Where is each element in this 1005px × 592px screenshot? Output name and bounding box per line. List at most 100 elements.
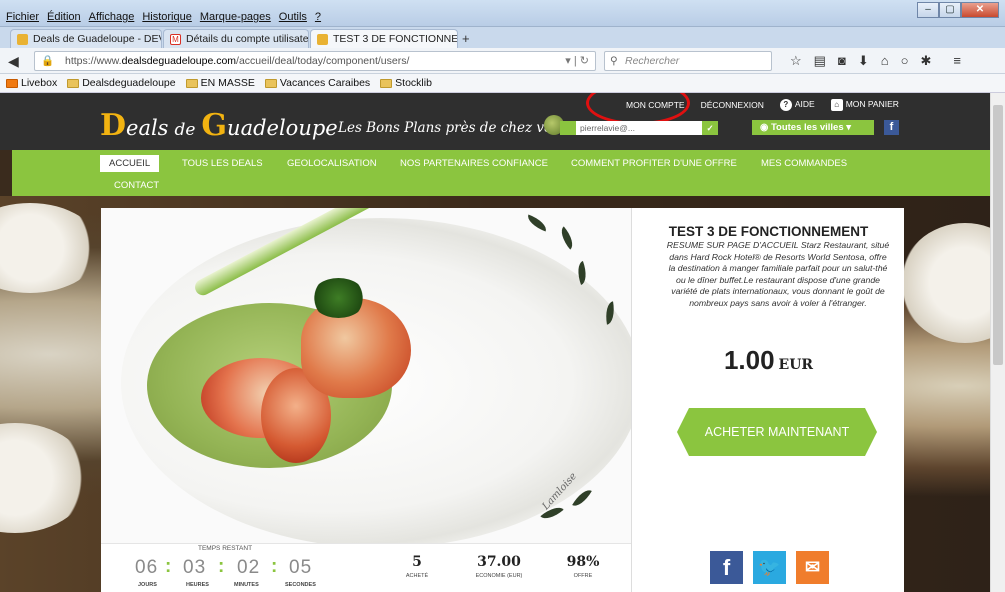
nav-contact[interactable]: CONTACT [114, 180, 159, 191]
countdown-colon: : [218, 556, 225, 577]
bookmark-label: Vacances Caraibes [279, 77, 371, 89]
window-titlebar: Fichier Édition Affichage Historique Mar… [0, 0, 1005, 27]
bought-label: ACHETÉ [405, 573, 429, 579]
deal-description: RESUME SUR PAGE D'ACCUEIL Starz Restaura… [666, 240, 890, 308]
site-logo[interactable]: Deals de Guadeloupe [100, 108, 338, 143]
price-currency: EUR [778, 357, 814, 373]
search-input[interactable]: ⚲ Rechercher [604, 51, 772, 71]
tab-details-compte[interactable]: M Détails du compte utilisate... × [163, 29, 309, 48]
close-window-button[interactable]: ✕ [961, 2, 999, 18]
menu-marque-pages[interactable]: Marque-pages [200, 11, 271, 23]
countdown-colon: : [271, 556, 278, 577]
reload-icon[interactable]: ▾ | ↻ [565, 52, 589, 70]
submit-check-icon[interactable]: ✓ [702, 121, 718, 135]
savings-value: 37.00 [477, 554, 521, 570]
menu-icon[interactable]: ≡ [953, 48, 961, 74]
tab-test-3[interactable]: TEST 3 DE FONCTIONNEM... × [310, 29, 458, 48]
bookmark-label: Livebox [21, 77, 58, 89]
address-bar[interactable]: 🔒 https://www.dealsdeguadeloupe.com/accu… [34, 51, 596, 71]
newsletter-field[interactable]: pierrelavie@... ✓ [560, 121, 718, 135]
newsletter-value: pierrelavie@... [580, 123, 635, 133]
logo-word: eals [126, 116, 169, 140]
tab-label: Deals de Guadeloupe - DEV... [33, 33, 162, 45]
new-tab-button[interactable]: + [462, 31, 470, 46]
menu-help[interactable]: ? [315, 11, 321, 23]
twitter-share-icon[interactable]: 🐦 [753, 551, 786, 584]
bookmark-vacances-caraibes[interactable]: Vacances Caraibes [264, 77, 371, 89]
deal-title: TEST 3 DE FONCTIONNEMENT [668, 224, 869, 239]
main-nav: ACCUEIL TOUS LES DEALS GEOLOCALISATION N… [12, 150, 990, 196]
nav-mes-commandes[interactable]: MES COMMANDES [761, 158, 847, 169]
menu-bar: Fichier Édition Affichage Historique Mar… [6, 11, 321, 23]
menu-affichage[interactable]: Affichage [89, 11, 135, 23]
reading-list-icon[interactable]: ▤ [814, 48, 826, 74]
tab-deals-guadeloupe[interactable]: Deals de Guadeloupe - DEV... × [10, 29, 162, 48]
bookmarks-bar: Livebox Dealsdeguadeloupe EN MASSE Vacan… [0, 74, 1005, 93]
bookmark-dealsdeguadeloupe[interactable]: Dealsdeguadeloupe [67, 77, 176, 89]
herb [311, 278, 366, 318]
site-tagline: Les Bons Plans près de chez vous [338, 120, 568, 136]
tab-label: TEST 3 DE FONCTIONNEM... [333, 33, 458, 45]
countdown-hours: 03 [183, 557, 207, 578]
menu-fichier[interactable]: Fichier [6, 11, 39, 23]
countdown-seconds: 05 [289, 557, 313, 578]
star-icon[interactable]: ☆ [790, 48, 802, 74]
folder-icon [380, 78, 393, 88]
envelope-icon [560, 121, 576, 135]
nav-tous-les-deals[interactable]: TOUS LES DEALS [182, 158, 263, 169]
menu-edition[interactable]: Édition [47, 11, 81, 23]
scrollbar-thumb[interactable] [993, 105, 1003, 365]
mon-panier-link[interactable]: ⌂ MON PANIER [830, 99, 899, 111]
leaf-pattern [524, 214, 550, 232]
chat-icon[interactable]: ○ [901, 48, 909, 74]
search-placeholder: Rechercher [625, 55, 680, 67]
countdown-minutes: 02 [237, 557, 261, 578]
pocket-icon[interactable]: ◙ [838, 48, 846, 74]
buy-now-button[interactable]: ACHETER MAINTENANT [677, 408, 877, 456]
menu-historique[interactable]: Historique [142, 11, 192, 23]
extension-icon[interactable]: ✱ [920, 48, 931, 74]
lock-icon: 🔒 [41, 55, 55, 67]
panier-label: MON PANIER [845, 99, 899, 109]
bookmark-en-masse[interactable]: EN MASSE [185, 77, 255, 89]
countdown-title: TEMPS RESTANT [198, 545, 253, 552]
url-prefix: https://www. [65, 55, 122, 67]
home-icon[interactable]: ⌂ [881, 48, 889, 74]
nav-partenaires[interactable]: NOS PARTENAIRES CONFIANCE [400, 158, 548, 169]
hours-label: HEURES [186, 582, 209, 588]
deal-info-panel: TEST 3 DE FONCTIONNEMENT RESUME SUR PAGE… [631, 208, 904, 592]
facebook-share-icon[interactable]: f [710, 551, 743, 584]
email-share-icon[interactable]: ✉ [796, 551, 829, 584]
scrollbar[interactable] [990, 93, 1005, 592]
download-icon[interactable]: ⬇ [858, 48, 869, 74]
nav-accueil[interactable]: ACCUEIL [100, 155, 160, 172]
back-arrow-icon[interactable]: ◀ [8, 48, 19, 74]
cities-dropdown[interactable]: ◉ Toutes les villes ▾ [752, 120, 874, 135]
discount-value: 98% [566, 554, 600, 570]
nav-geolocalisation[interactable]: GEOLOCALISATION [287, 158, 377, 169]
minimize-button[interactable]: – [917, 2, 939, 18]
favicon-icon [317, 33, 328, 45]
web-page: Deals de Guadeloupe Les Bons Plans près de… [0, 93, 990, 592]
aide-label: AIDE [794, 99, 815, 109]
facebook-icon[interactable]: f [884, 120, 899, 135]
leaf-pattern [556, 226, 578, 250]
nav-comment-profiter[interactable]: COMMENT PROFITER D'UNE OFFRE [571, 158, 737, 169]
orange-icon [6, 78, 18, 88]
countdown-colon: : [165, 556, 172, 577]
bookmark-label: EN MASSE [200, 77, 255, 89]
logo-de: de [174, 120, 196, 140]
cart-icon: ⌂ [830, 99, 843, 111]
days-label: JOURS [138, 582, 157, 588]
discount-label: OFFRE [573, 573, 593, 579]
bookmark-stocklib[interactable]: Stocklib [380, 77, 432, 89]
aide-link[interactable]: ? AIDE [779, 99, 815, 111]
menu-outils[interactable]: Outils [279, 11, 307, 23]
tab-bar: Deals de Guadeloupe - DEV... × M Détails… [0, 27, 1005, 48]
deconnexion-link[interactable]: DÉCONNEXION [701, 100, 764, 110]
price-amount: 1.00 [723, 345, 775, 375]
bookmark-livebox[interactable]: Livebox [6, 77, 57, 89]
deal-image: Lamloise [101, 208, 631, 543]
maximize-button[interactable]: ▢ [939, 2, 961, 18]
minutes-label: MINUTES [234, 582, 259, 588]
